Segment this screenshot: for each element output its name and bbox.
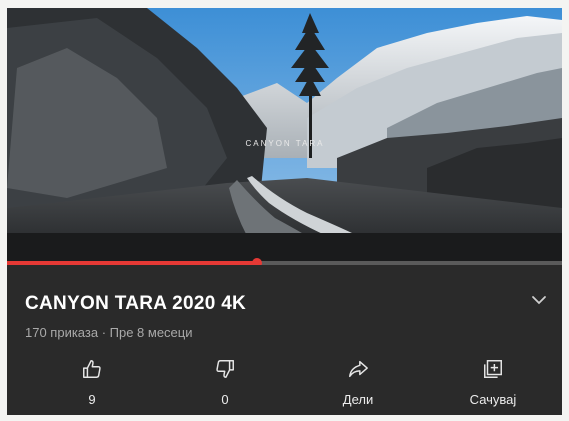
like-button[interactable]: 9 (52, 357, 132, 413)
thumbs-down-icon (213, 357, 237, 381)
video-meta: 170 приказа · Пре 8 месеци (25, 325, 193, 340)
share-button[interactable]: Дели (318, 357, 398, 413)
action-bar: 9 0 Дели Сачувај (7, 357, 562, 413)
video-card: CANYON TARA CANYON TARA 2020 4K 170 прик… (7, 8, 562, 415)
video-thumbnail (7, 8, 562, 265)
add-to-playlist-icon (481, 357, 505, 381)
video-overlay-title: CANYON TARA (245, 139, 325, 148)
share-icon (346, 357, 370, 381)
save-label: Сачувај (469, 392, 517, 407)
chevron-down-icon (531, 292, 547, 310)
video-title: CANYON TARA 2020 4K (25, 293, 247, 314)
save-button[interactable]: Сачувај (453, 357, 533, 413)
share-label: Дели (342, 392, 374, 407)
video-player[interactable]: CANYON TARA (7, 8, 562, 268)
thumbs-up-icon (80, 357, 104, 381)
expand-description-button[interactable] (526, 288, 552, 314)
dislike-button[interactable]: 0 (185, 357, 265, 413)
like-count: 9 (88, 392, 96, 407)
video-info-panel: CANYON TARA 2020 4K 170 приказа · Пре 8 … (7, 265, 562, 415)
dislike-count: 0 (221, 392, 229, 407)
